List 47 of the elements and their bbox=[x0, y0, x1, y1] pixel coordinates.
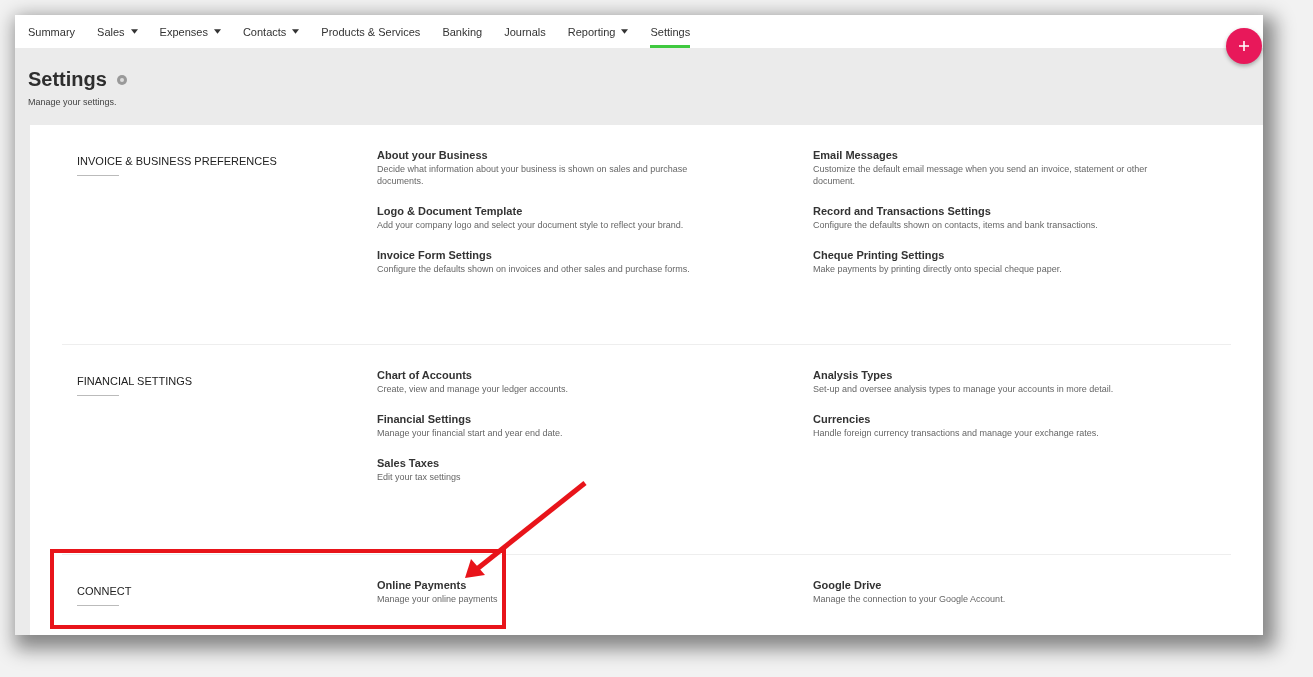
setting-description: Create, view and manage your ledger accounts. bbox=[377, 383, 570, 396]
nav-tab[interactable]: Settings bbox=[650, 15, 691, 48]
page-subtitle: Manage your settings. bbox=[28, 97, 118, 107]
nav-tab[interactable]: Summary bbox=[28, 15, 76, 48]
nav-tab[interactable]: Banking bbox=[442, 15, 483, 48]
setting-link[interactable]: Analysis Types bbox=[813, 369, 1233, 381]
setting-description: Add your company logo and select your document style to reflect your brand. bbox=[377, 219, 685, 232]
caret-icon bbox=[213, 29, 221, 34]
setting-link[interactable]: Cheque Printing Settings bbox=[813, 249, 1233, 262]
setting-description: Configure the defaults shown on invoices and other sales and purchase forms. bbox=[377, 263, 691, 276]
caret-icon bbox=[621, 29, 629, 34]
setting-link[interactable]: Sales Taxes bbox=[377, 457, 813, 470]
setting-link[interactable]: Google Drive bbox=[813, 579, 1233, 591]
setting-link[interactable]: About your Business bbox=[377, 149, 813, 161]
setting-link[interactable]: Record and Transactions Settings bbox=[813, 205, 1233, 218]
plus-icon bbox=[1239, 41, 1249, 51]
setting-description: Set-up and oversee analysis types to manage your accounts in more detail. bbox=[813, 383, 1115, 396]
caret-icon bbox=[292, 29, 300, 34]
setting-description: Decide what information about your business is shown on sales and purchase documents. bbox=[377, 163, 689, 188]
nav-tab[interactable]: Expenses bbox=[159, 15, 221, 48]
setting-link[interactable]: Financial Settings bbox=[377, 413, 813, 426]
setting-description: Edit your tax settings bbox=[377, 471, 462, 484]
setting-link[interactable]: Chart of Accounts bbox=[377, 369, 813, 381]
nav-tab[interactable]: Reporting bbox=[567, 15, 629, 48]
setting-link[interactable]: Email Messages bbox=[813, 149, 1233, 161]
setting-link[interactable]: Currencies bbox=[813, 413, 1233, 426]
setting-description: Manage the connection to your Google Account. bbox=[813, 593, 1007, 606]
setting-link[interactable]: Invoice Form Settings bbox=[377, 249, 813, 262]
setting-link[interactable]: Logo & Document Template bbox=[377, 205, 813, 218]
setting-description: Handle foreign currency transactions and manage your exchange rates. bbox=[813, 427, 1100, 440]
setting-link[interactable]: Online Payments bbox=[377, 579, 813, 591]
page-title: Settings bbox=[28, 68, 107, 91]
nav-tab[interactable]: Products & Services bbox=[321, 15, 421, 48]
section-title: CONNECT bbox=[77, 585, 133, 597]
setting-description: Manage your financial start and year end date. bbox=[377, 427, 564, 440]
setting-description: Customize the default email message when you send an invoice, statement or other document. bbox=[813, 163, 1149, 188]
caret-icon bbox=[130, 29, 138, 34]
section-title: FINANCIAL SETTINGS bbox=[77, 375, 194, 387]
help-icon[interactable] bbox=[116, 74, 127, 85]
nav-tab[interactable]: Sales bbox=[97, 15, 138, 48]
setting-description: Configure the defaults shown on contacts, items and bank transactions. bbox=[813, 219, 1099, 232]
section-title: INVOICE & BUSINESS PREFERENCES bbox=[77, 155, 278, 167]
nav-tab[interactable]: Contacts bbox=[242, 15, 300, 48]
setting-description: Manage your online payments bbox=[377, 593, 499, 606]
nav-tab[interactable]: Journals bbox=[504, 15, 546, 48]
setting-description: Make payments by printing directly onto special cheque paper. bbox=[813, 263, 1063, 276]
add-button[interactable] bbox=[1226, 28, 1262, 64]
